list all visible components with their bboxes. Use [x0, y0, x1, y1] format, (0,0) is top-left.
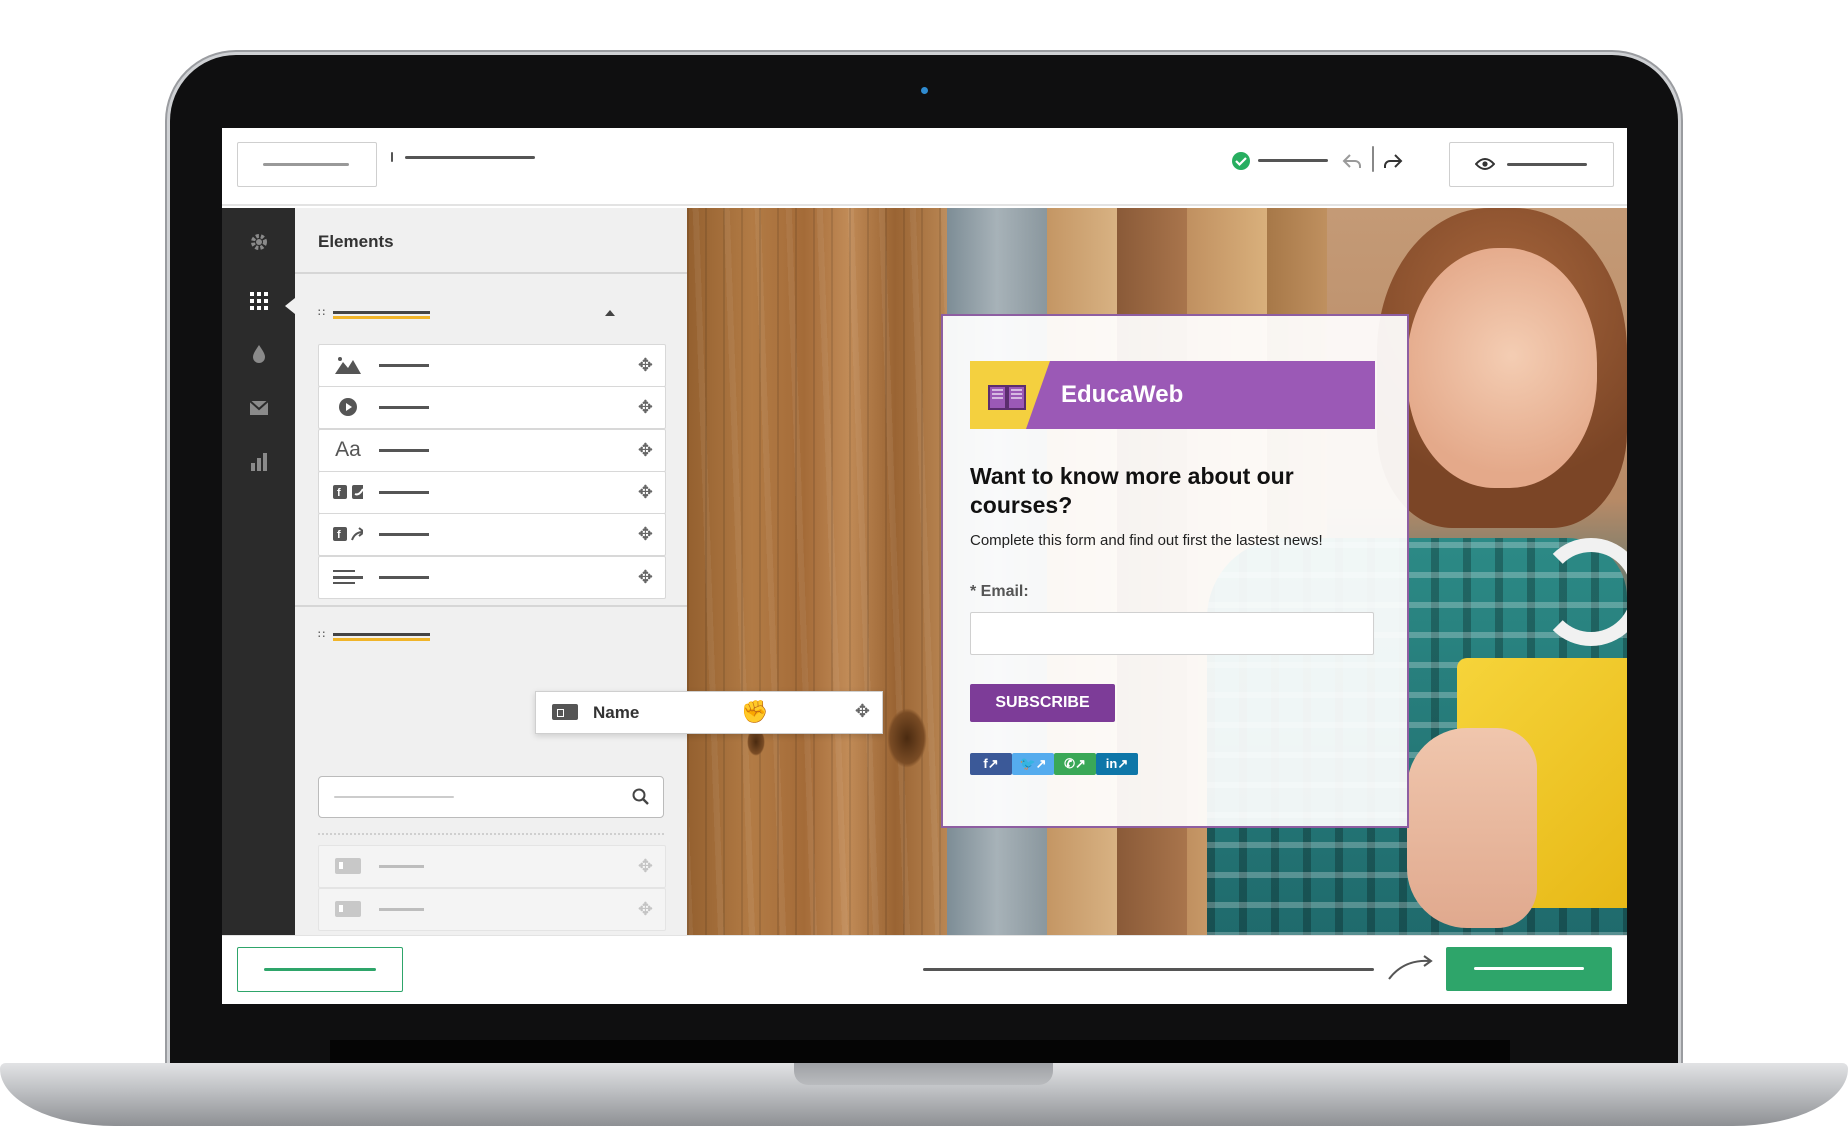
eye-icon	[1475, 155, 1495, 173]
move-icon[interactable]: ✥	[855, 701, 870, 722]
bottom-bar	[222, 935, 1627, 1004]
form-headline: Want to know more about our courses?	[970, 463, 1294, 518]
rail-active-pointer	[285, 298, 295, 314]
social-share-icon: f	[333, 522, 363, 546]
panel-divider	[295, 272, 687, 274]
search-icon[interactable]	[631, 787, 651, 807]
play-icon	[333, 395, 363, 419]
undo-redo-divider	[1372, 146, 1374, 172]
text-field-icon	[552, 704, 578, 720]
laptop-notch	[794, 1063, 1053, 1085]
move-icon[interactable]: ✥	[638, 856, 653, 877]
element-social-follow[interactable]: f ✥	[318, 471, 666, 514]
app-screen: Elements ∷ ✥ ✥ Aa ✥ f ✥ f ✥ ✥ ∷ ✥ ✥ Educ…	[222, 128, 1627, 1004]
page-title-field[interactable]	[405, 156, 535, 159]
saved-check-icon	[1231, 151, 1251, 171]
svg-text:f: f	[337, 487, 341, 499]
drag-dots-icon: ∷	[318, 629, 326, 641]
whatsapp-share-button[interactable]: ✆↗	[1054, 753, 1096, 775]
move-icon[interactable]: ✥	[638, 482, 653, 503]
move-icon[interactable]: ✥	[638, 899, 653, 920]
section-basic-header[interactable]: ∷	[318, 306, 430, 320]
subscribe-form-card[interactable]: EducaWeb Want to know more about our cou…	[941, 314, 1409, 828]
element-image[interactable]: ✥	[318, 344, 666, 387]
image-icon	[333, 353, 363, 377]
svg-text:f: f	[337, 529, 341, 541]
email-label: * Email:	[970, 583, 1029, 600]
element-social-share[interactable]: f ✥	[318, 513, 666, 556]
save-status-text	[1258, 159, 1328, 162]
book-icon	[987, 381, 1027, 411]
photo-hand	[1407, 728, 1537, 928]
gear-icon[interactable]	[222, 222, 295, 262]
move-icon[interactable]: ✥	[638, 567, 653, 588]
field-icon	[333, 854, 363, 878]
linkedin-share-button[interactable]: in↗	[1096, 753, 1138, 775]
subscribe-button[interactable]: SUBSCRIBE	[970, 684, 1115, 722]
sidebar-rail	[222, 208, 295, 935]
step-hint-text	[923, 968, 1374, 971]
panel-title: Elements	[318, 232, 394, 251]
top-toolbar	[222, 128, 1627, 206]
element-text[interactable]: Aa ✥	[318, 429, 666, 472]
social-follow-icon: f	[333, 480, 363, 504]
panel-divider	[295, 605, 687, 607]
divider-icon	[333, 565, 363, 589]
element-divider[interactable]: ✥	[318, 556, 666, 599]
next-button[interactable]	[1446, 947, 1612, 991]
dragged-field-label: Name	[593, 703, 640, 722]
brand-name: EducaWeb	[1061, 381, 1184, 408]
facebook-share-button[interactable]: f↗	[970, 753, 1012, 775]
twitter-share-button[interactable]: 🐦↗	[1012, 753, 1054, 775]
dotted-divider	[318, 833, 664, 835]
brand-banner: EducaWeb	[970, 361, 1375, 429]
dragged-name-field[interactable]: Name ✊ ✥	[535, 691, 883, 734]
redo-icon[interactable]	[1380, 148, 1406, 174]
editor-canvas[interactable]: EducaWeb Want to know more about our cou…	[687, 208, 1627, 935]
title-cursor	[391, 152, 393, 162]
move-icon[interactable]: ✥	[638, 397, 653, 418]
email-field[interactable]	[970, 612, 1374, 655]
elements-panel: Elements ∷ ✥ ✥ Aa ✥ f ✥ f ✥ ✥ ∷ ✥ ✥	[295, 208, 689, 935]
file-menu-button[interactable]	[237, 142, 377, 187]
undo-icon[interactable]	[1339, 148, 1365, 174]
chart-icon[interactable]	[222, 442, 295, 482]
move-icon[interactable]: ✥	[638, 524, 653, 545]
mail-icon[interactable]	[222, 388, 295, 428]
collapse-caret-icon[interactable]	[595, 298, 625, 328]
grab-hand-icon: ✊	[741, 699, 769, 724]
field-item[interactable]: ✥	[318, 888, 666, 931]
text-icon: Aa	[335, 438, 361, 461]
field-icon	[333, 897, 363, 921]
photo-face	[1407, 248, 1597, 488]
field-item[interactable]: ✥	[318, 845, 666, 888]
move-icon[interactable]: ✥	[638, 440, 653, 461]
fields-search-input[interactable]	[318, 776, 664, 818]
laptop-hinge	[330, 1040, 1510, 1064]
back-button[interactable]	[237, 947, 403, 992]
section-fields-header[interactable]: ∷	[318, 628, 430, 642]
element-video[interactable]: ✥	[318, 386, 666, 429]
curved-arrow-icon	[1384, 950, 1438, 986]
wood-background	[687, 208, 947, 935]
camera-icon	[921, 87, 928, 94]
drag-dots-icon: ∷	[318, 307, 326, 319]
form-subtitle: Complete this form and find out first th…	[970, 532, 1323, 549]
preview-button[interactable]	[1449, 142, 1614, 187]
drop-icon[interactable]	[222, 334, 295, 374]
move-icon[interactable]: ✥	[638, 355, 653, 376]
